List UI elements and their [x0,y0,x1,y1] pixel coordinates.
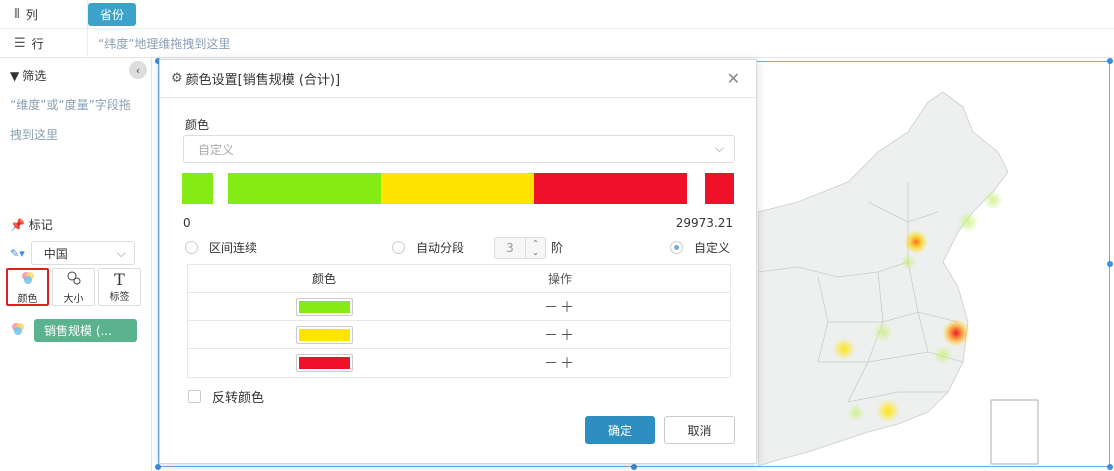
heat-point [876,399,900,423]
high-color-swatch[interactable] [705,173,734,204]
heat-point [847,404,865,422]
row-ops[interactable]: －＋ [544,297,576,317]
checkbox-box[interactable] [188,390,201,403]
close-icon[interactable]: ✕ [727,69,740,88]
shelf-bar: ⦀ 列 省份 ☰ 行 “纬度”地理维拖拽到这里 [0,0,1114,58]
table-row: －＋ [188,349,730,377]
color-table: 颜色 操作 －＋ －＋ －＋ [187,264,731,378]
heat-point [904,230,928,254]
columns-shelf-label: ⦀ 列 [0,0,88,28]
radio-indicator [185,241,198,254]
color-chip [298,300,350,313]
heat-point [873,322,893,342]
mode-auto-segment-radio[interactable]: 自动分段 [392,239,464,256]
gradient-segment-green [228,173,381,204]
left-panel: ▼ 筛选 ‹ “维度”或“度量”字段拖拽到这里 📌 标记 ✎▾ 中国 ⌵ 颜色 … [0,58,152,471]
chevron-down-icon[interactable]: ⌄ [532,248,539,257]
rows-shelf-label: ☰ 行 [0,29,88,58]
map-pointer-icon: ✎▾ [10,246,25,260]
color-picker-box[interactable] [295,297,353,316]
cancel-button[interactable]: 取消 [664,416,735,444]
color-settings-dialog: ⚙ 颜色设置[销售规模 (合计)] ✕ 颜色 自定义 ⌵ 0 29973.21 … [159,59,757,464]
south-sea-inset [990,399,1039,465]
mark-type-row: ✎▾ 中国 ⌵ [10,241,135,265]
heat-point [957,211,979,233]
heat-point [900,254,916,270]
chevron-up-icon[interactable]: ⌃ [532,239,539,248]
segments-suffix: 阶 [551,241,564,255]
columns-shelf: ⦀ 列 省份 [0,0,1114,29]
column-header-ops: 操作 [547,272,572,286]
color-palette-icon [10,321,26,340]
province-field-pill[interactable]: 省份 [88,2,137,26]
rows-shelf: ☰ 行 “纬度”地理维拖拽到这里 [0,29,1114,58]
color-chip [298,357,350,369]
color-section-label: 颜色 [185,118,210,132]
color-chip [298,328,350,341]
heat-point [833,338,855,360]
range-min-value: 0 [183,216,191,230]
collapse-panel-button[interactable]: ‹ [129,61,147,79]
radio-indicator [670,241,683,254]
dialog-title: 颜色设置[销售规模 (合计)] [185,73,341,88]
mode-continuous-radio[interactable]: 区间连续 [185,239,257,256]
reverse-colors-checkbox[interactable]: 反转颜色 [188,387,264,406]
row-ops[interactable]: －＋ [544,353,576,373]
gradient-segment-red [534,173,687,204]
color-picker-box[interactable] [295,325,353,344]
mark-size-button[interactable]: 大小 [52,268,95,306]
sales-field-pill[interactable]: 销售规模 (... [34,319,137,342]
table-header-row: 颜色 操作 [188,265,730,293]
gradient-segment-yellow [381,173,534,204]
chevron-down-icon: ⌵ [116,245,126,260]
columns-icon: ⦀ [14,6,20,22]
chevron-left-icon: ‹ [135,63,141,77]
table-row: －＋ [188,321,730,349]
column-header-color: 颜色 [311,272,336,286]
filter-icon: ▼ [10,68,20,83]
color-field-row: 销售规模 (... [10,319,137,342]
chevron-down-icon: ⌵ [714,141,724,155]
filter-title: ▼ 筛选 [10,68,47,84]
confirm-button[interactable]: 确定 [585,416,655,444]
size-circles-icon [66,270,82,290]
radio-indicator [392,241,405,254]
segments-stepper[interactable]: 3 ⌃ ⌄ [494,237,546,259]
mode-custom-radio[interactable]: 自定义 [670,239,730,256]
rows-icon: ☰ [14,36,26,51]
color-picker-box[interactable] [295,354,353,372]
rows-drop-hint[interactable]: “纬度”地理维拖拽到这里 [98,35,230,52]
resize-handle[interactable] [631,464,637,470]
gear-icon: ⚙ [171,71,183,86]
pin-icon: 📌 [10,218,25,232]
stepper-arrows[interactable]: ⌃ ⌄ [525,238,545,258]
table-row: －＋ [188,293,730,321]
row-ops[interactable]: －＋ [544,325,576,345]
range-max-value: 29973.21 [675,216,733,230]
mark-buttons: 颜色 大小 T 标签 [6,268,141,306]
marks-title: 📌 标记 [10,218,53,232]
color-scheme-select[interactable]: 自定义 ⌵ [183,135,735,163]
heat-point [983,190,1003,210]
resize-handle[interactable] [155,464,161,470]
mode-radio-group: 区间连续 自动分段 3 ⌃ ⌄ 阶 自定义 [185,237,735,259]
text-label-icon: T [114,269,125,289]
mark-color-button[interactable]: 颜色 [6,268,49,306]
low-color-swatch[interactable] [182,173,213,204]
mark-label-button[interactable]: T 标签 [98,268,141,306]
dialog-header: ⚙ 颜色设置[销售规模 (合计)] [160,60,756,98]
color-palette-icon [20,270,36,290]
heat-point [933,345,953,365]
china-map[interactable] [758,62,1108,466]
map-type-select[interactable]: 中国 ⌵ [30,241,135,265]
filter-drop-hint[interactable]: “维度”或“度量”字段拖拽到这里 [10,90,135,150]
heat-point [942,319,970,347]
